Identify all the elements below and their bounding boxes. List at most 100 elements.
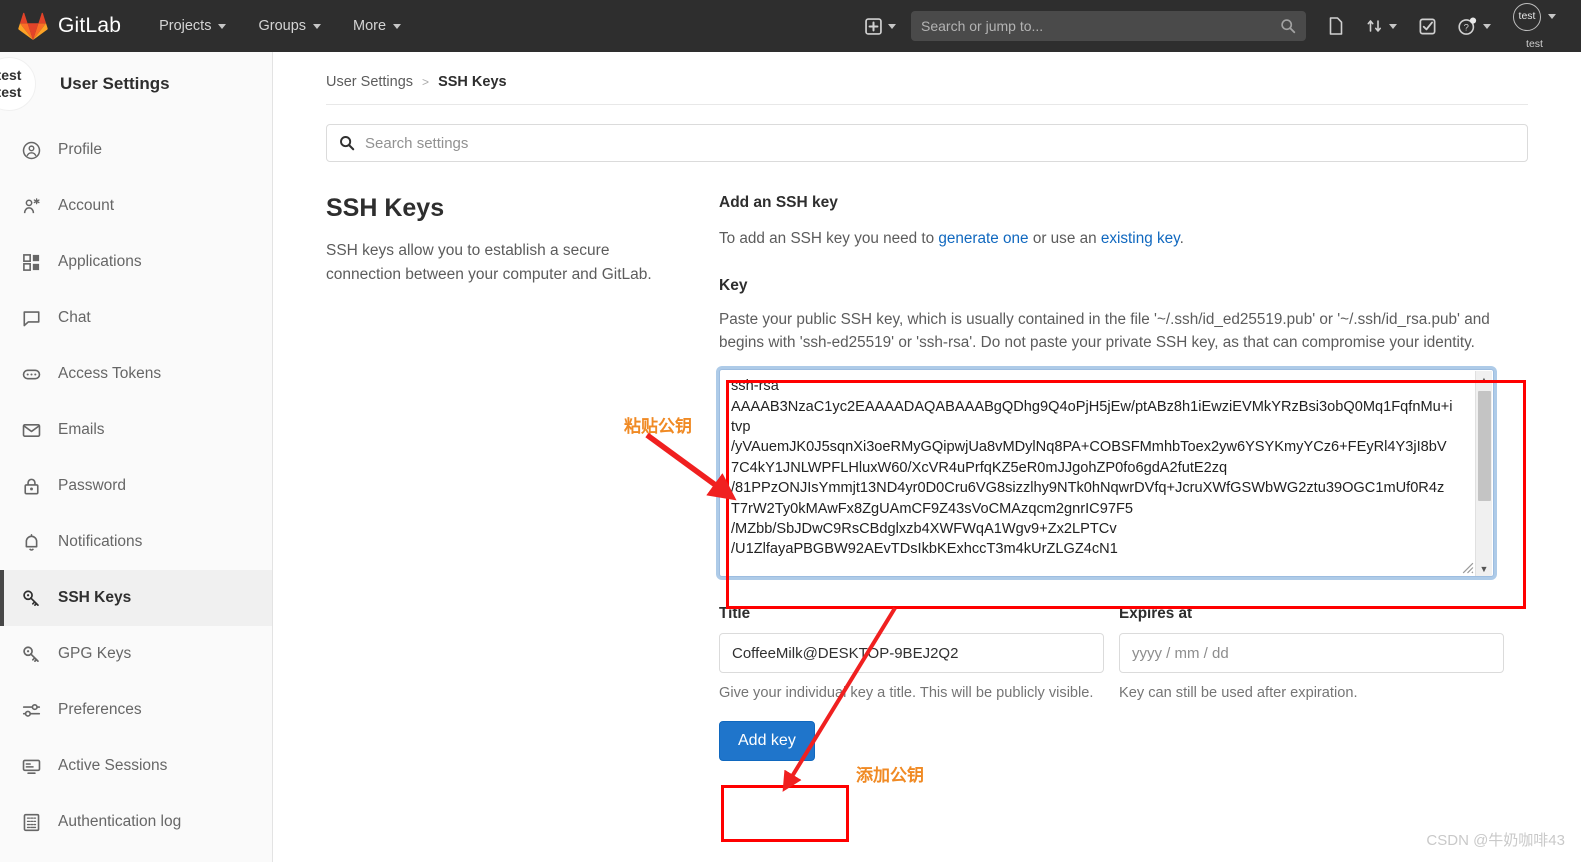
add-ssh-key-panel: Add an SSH key To add an SSH key you nee… [719,194,1528,761]
plus-square-icon [865,17,882,35]
merge-requests-button[interactable] [1355,0,1408,52]
user-name-label: test [1526,37,1543,50]
csdn-watermark: CSDN @牛奶咖啡43 [1426,832,1565,849]
sidebar-item-label: Preferences [58,701,142,718]
sidebar-item-label: Account [58,197,115,214]
ssh-key-textarea[interactable]: ssh-rsa AAAAB3NzaC1yc2EAAAADAQABAAABgQDh… [719,369,1494,578]
lock-icon [24,478,39,495]
user-menu-button[interactable]: test test [1502,0,1567,52]
nav-more[interactable]: More [337,0,417,52]
scrollbar-thumb[interactable] [1478,391,1491,502]
search-icon [1281,19,1296,34]
sidebar-item-password[interactable]: Password [0,458,272,514]
chevron-up-icon[interactable]: ▲ [1476,371,1492,388]
search-settings-placeholder: Search settings [365,134,469,152]
todos-icon [1419,18,1436,34]
breadcrumb-current: SSH Keys [438,74,507,90]
annotation-add-key-label: 添加公钥 [856,766,924,785]
add-key-button[interactable]: Add key [719,721,815,761]
sidebar-item-account[interactable]: Account [0,178,272,234]
chat-icon [23,310,40,326]
expires-field-label: Expires at [1119,605,1193,623]
intro-text-after: . [1179,230,1184,247]
resize-grip-icon[interactable] [1461,561,1474,574]
sidebar-item-applications[interactable]: Applications [0,234,272,290]
sidebar-avatar-line2: test [0,84,22,100]
new-item-button[interactable] [854,0,907,52]
sidebar-item-notifications[interactable]: Notifications [0,514,272,570]
textarea-scrollbar[interactable]: ▲ ▼ [1475,371,1492,577]
sidebar-item-emails[interactable]: Emails [0,402,272,458]
sidebar-item-preferences[interactable]: Preferences [0,682,272,738]
global-search-input[interactable]: Search or jump to... [911,11,1306,41]
account-icon [23,197,40,213]
avatar-initials: test [1518,10,1536,23]
page-title: SSH Keys [326,194,445,222]
issues-icon [1329,17,1343,35]
breadcrumb-parent[interactable]: User Settings [326,74,413,90]
generate-one-link[interactable]: generate one [938,230,1028,247]
page-description: SSH keys allow you to establish a secure… [326,242,652,284]
todos-button[interactable] [1408,0,1447,52]
chevron-down-icon [1483,23,1491,29]
expires-input[interactable]: yyyy / mm / dd [1119,633,1504,674]
breadcrumb: User Settings > SSH Keys [273,52,1581,90]
chevron-down-icon[interactable]: ▼ [1476,560,1492,576]
sidebar-item-gpg-keys[interactable]: GPG Keys [0,626,272,682]
key-icon [23,589,39,606]
monitor-icon [22,759,41,774]
sidebar-item-ssh-keys[interactable]: SSH Keys [0,570,272,626]
chevron-down-icon [1389,23,1397,29]
nav-groups[interactable]: Groups [242,0,337,52]
main-content: User Settings > SSH Keys Search settings… [273,52,1581,862]
navbar-menu: Projects Groups More [143,0,417,52]
key-meta-row: Title CoffeeMilk@DESKTOP-9BEJ2Q2 Give yo… [719,605,1504,705]
existing-key-link[interactable]: existing key [1101,230,1180,247]
sidebar-item-chat[interactable]: Chat [0,290,272,346]
help-button[interactable]: ? [1447,0,1502,52]
global-search-placeholder: Search or jump to... [921,18,1044,34]
chevron-down-icon [888,23,896,29]
sidebar-item-label: Profile [58,141,102,158]
nav-projects-label: Projects [159,18,212,34]
sidebar-item-label: Password [58,477,127,494]
settings-sidebar: test test User Settings Profile Account [0,52,273,862]
sidebar-item-label: SSH Keys [58,589,132,606]
search-settings-input[interactable]: Search settings [326,124,1528,162]
sidebar-item-active-sessions[interactable]: Active Sessions [0,738,272,794]
chevron-down-icon [393,23,402,29]
sidebar-item-label: Authentication log [58,813,182,830]
sidebar-avatar: test test [0,57,36,111]
annotation-box-addkey [721,785,849,842]
gitlab-brand-text: GitLab [58,14,122,37]
help-icon: ? [1458,17,1477,35]
annotation-paste-key-label: 粘贴公钥 [624,417,692,436]
gitlab-logo-icon [18,12,48,40]
add-key-button-wrap: Add key [719,721,859,761]
email-icon [22,423,41,437]
log-icon [23,813,40,831]
title-input[interactable]: CoffeeMilk@DESKTOP-9BEJ2Q2 [719,633,1104,674]
sidebar-item-access-tokens[interactable]: Access Tokens [0,346,272,402]
applications-icon [23,253,40,271]
search-icon [340,136,355,151]
access-tokens-icon [22,369,41,379]
chevron-down-icon [218,23,227,29]
title-field-group: Title CoffeeMilk@DESKTOP-9BEJ2Q2 Give yo… [719,605,1104,705]
breadcrumb-divider [326,104,1528,105]
key-field-help: Paste your public SSH key, which is usua… [719,310,1490,352]
sidebar-item-label: Applications [58,253,142,270]
gitlab-logo-link[interactable]: GitLab [0,0,143,52]
sidebar-item-list: Profile Account Applications Chat Access… [0,116,272,850]
nav-more-label: More [353,18,387,34]
sidebar-header: test test User Settings [0,52,272,116]
breadcrumb-separator: > [422,75,430,89]
sidebar-avatar-line1: test [0,66,22,83]
chevron-down-icon [1548,14,1556,19]
svg-text:?: ? [1464,22,1469,33]
sidebar-item-profile[interactable]: Profile [0,122,272,178]
nav-projects[interactable]: Projects [143,0,242,52]
add-key-intro: To add an SSH key you need to generate o… [719,227,1528,251]
sidebar-item-authentication-log[interactable]: Authentication log [0,794,272,850]
issues-button[interactable] [1316,0,1355,52]
